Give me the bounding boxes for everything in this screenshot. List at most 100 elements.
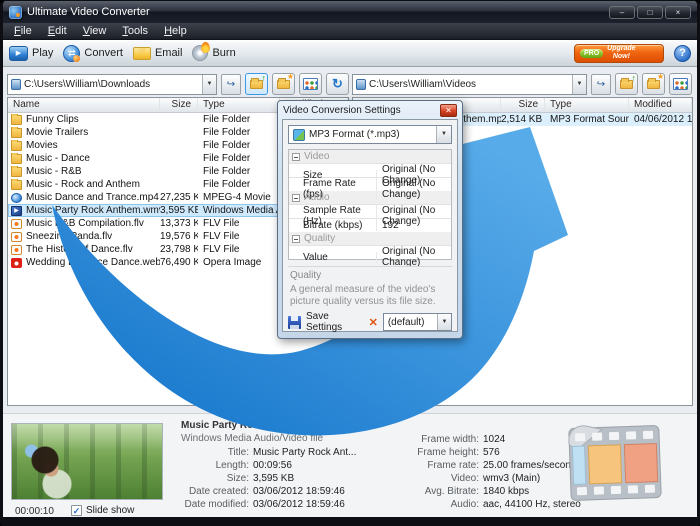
preset-value: (default)	[384, 317, 437, 328]
group-video[interactable]: Video	[289, 150, 451, 163]
dialog-title: Video Conversion Settings	[283, 105, 401, 116]
menu-file[interactable]: File	[7, 24, 39, 38]
collapse-icon[interactable]	[292, 153, 300, 161]
preset-dropdown-icon[interactable]: ▼	[437, 314, 451, 330]
column-header-modified[interactable]: Modified	[629, 98, 692, 112]
group-quality[interactable]: Quality	[289, 232, 451, 245]
file-info-panel: 00:00:10 ✓ Slide show Music Party Rock A…	[3, 413, 697, 517]
app-logo-icon	[9, 6, 22, 19]
info-left-fields: Title:Music Party Rock Ant... Length:00:…	[181, 446, 356, 511]
webm-file-icon	[11, 258, 22, 268]
column-header-type[interactable]: Type	[198, 98, 280, 112]
format-dropdown-icon[interactable]: ▼	[436, 126, 451, 143]
column-header-size[interactable]: Size	[501, 98, 545, 112]
description-text: A general measure of the video's picture…	[290, 284, 450, 308]
pro-badge: PRO	[580, 49, 603, 58]
source-refresh-button[interactable]: ↻	[326, 73, 349, 95]
upgrade-pro-button[interactable]: PRO UpgradeNow!	[574, 44, 664, 63]
source-path-value: C:\Users\William\Downloads	[24, 79, 202, 90]
main-toolbar: ▶ Play ⇄ Convert Email Burn PRO UpgradeN…	[3, 40, 697, 67]
preview-timestamp: 00:00:10	[15, 506, 54, 517]
maximize-button[interactable]: □	[637, 6, 663, 19]
window-controls: – □ ×	[609, 6, 691, 19]
column-header-size[interactable]: Size	[160, 98, 198, 112]
format-select[interactable]: MP3 Format (*.mp3) ▼	[288, 125, 452, 144]
preview-thumbnail[interactable]	[11, 423, 163, 500]
setting-row-quality-value: Value Original (No Change)	[289, 245, 451, 259]
refresh-icon: ↻	[332, 76, 343, 92]
folder-icon	[11, 128, 22, 138]
destination-path-dropdown-icon[interactable]: ▼	[572, 75, 586, 94]
close-button[interactable]: ×	[665, 6, 691, 19]
menu-help[interactable]: Help	[157, 24, 194, 38]
play-icon: ▶	[9, 46, 28, 61]
destination-path-value: C:\Users\William\Videos	[369, 79, 572, 90]
column-header-name[interactable]: Name	[8, 98, 160, 112]
menu-tools[interactable]: Tools	[115, 24, 155, 38]
dialog-title-bar[interactable]: Video Conversion Settings ✕	[282, 101, 458, 119]
source-up-folder-button[interactable]: ↑	[245, 73, 268, 95]
play-button[interactable]: ▶ Play	[9, 46, 53, 61]
burn-button[interactable]: Burn	[192, 45, 235, 61]
checkbox-check-icon[interactable]: ✓	[71, 505, 82, 516]
destination-views-button[interactable]	[669, 73, 692, 95]
setting-row-sample-rate: Sample Rate (Hz) Original (No Change)	[289, 204, 451, 218]
help-button[interactable]: ?	[674, 45, 691, 62]
new-folder-star-icon: ★	[657, 73, 664, 81]
convert-button[interactable]: ⇄ Convert	[63, 45, 123, 62]
flv-file-icon	[11, 219, 22, 229]
up-arrow-icon: ↑	[262, 74, 267, 83]
convert-icon: ⇄	[63, 45, 80, 62]
upgrade-label: UpgradeNow!	[607, 45, 635, 61]
info-right-fields: Frame width:1024 Frame height:576 Frame …	[403, 433, 581, 511]
setting-row-bitrate: Bitrate (kbps) 192	[289, 218, 451, 232]
menu-edit[interactable]: Edit	[41, 24, 74, 38]
burn-label: Burn	[212, 47, 235, 59]
destination-new-folder-button[interactable]: ★	[642, 73, 665, 95]
preset-select[interactable]: (default) ▼	[383, 313, 452, 331]
app-window: Ultimate Video Converter – □ × File Edit…	[0, 0, 700, 526]
setting-row-size: Size Original (No Change)	[289, 163, 451, 177]
burn-icon	[192, 45, 208, 61]
settings-grid: Video Size Original (No Change) Frame Ra…	[288, 149, 452, 260]
source-folder-jump-button[interactable]: ↪	[221, 74, 241, 95]
delete-preset-icon[interactable]: ✕	[369, 316, 378, 329]
source-new-folder-button[interactable]: ★	[272, 73, 295, 95]
description-title: Quality	[290, 270, 450, 282]
window-title: Ultimate Video Converter	[27, 6, 150, 18]
dialog-body: MP3 Format (*.mp3) ▼ Video Size Original…	[282, 119, 458, 332]
save-settings-button[interactable]: Save Settings	[306, 311, 364, 333]
collapse-icon[interactable]	[292, 235, 300, 243]
mp4-file-icon	[11, 193, 22, 203]
format-icon	[293, 129, 305, 141]
source-path-combo[interactable]: C:\Users\William\Downloads ▼	[7, 74, 217, 95]
destination-up-folder-button[interactable]: ↑	[615, 73, 638, 95]
destination-folder-jump-button[interactable]: ↪	[591, 74, 611, 95]
dialog-footer: Save Settings ✕ (default) ▼	[288, 311, 452, 333]
film-strip-icon	[567, 419, 663, 507]
title-bar: Ultimate Video Converter – □ ×	[3, 1, 697, 23]
email-label: Email	[155, 47, 183, 59]
source-views-button[interactable]	[299, 73, 322, 95]
folder-icon	[11, 180, 22, 190]
new-folder-star-icon: ★	[287, 73, 294, 81]
minimize-button[interactable]: –	[609, 6, 635, 19]
email-button[interactable]: Email	[133, 47, 183, 60]
email-icon	[133, 47, 151, 60]
source-path-bar: C:\Users\William\Downloads ▼ ↪ ↑ ★ ↻	[7, 71, 349, 97]
drive-icon	[356, 79, 366, 90]
slide-show-checkbox[interactable]: ✓ Slide show	[71, 505, 134, 516]
menu-view[interactable]: View	[76, 24, 114, 38]
views-grid-icon	[303, 78, 318, 90]
column-header-type[interactable]: Type	[545, 98, 629, 112]
source-path-dropdown-icon[interactable]: ▼	[202, 75, 216, 94]
dialog-close-button[interactable]: ✕	[440, 104, 457, 117]
menu-bar: File Edit View Tools Help	[3, 23, 697, 40]
setting-description: Quality A general measure of the video's…	[288, 266, 452, 311]
folder-icon	[11, 141, 22, 151]
save-icon[interactable]	[288, 316, 301, 329]
info-filetype: Windows Media Audio/Video file	[181, 433, 323, 444]
destination-path-combo[interactable]: C:\Users\William\Videos ▼	[352, 74, 587, 95]
collapse-icon[interactable]	[292, 194, 300, 202]
convert-label: Convert	[84, 47, 123, 59]
